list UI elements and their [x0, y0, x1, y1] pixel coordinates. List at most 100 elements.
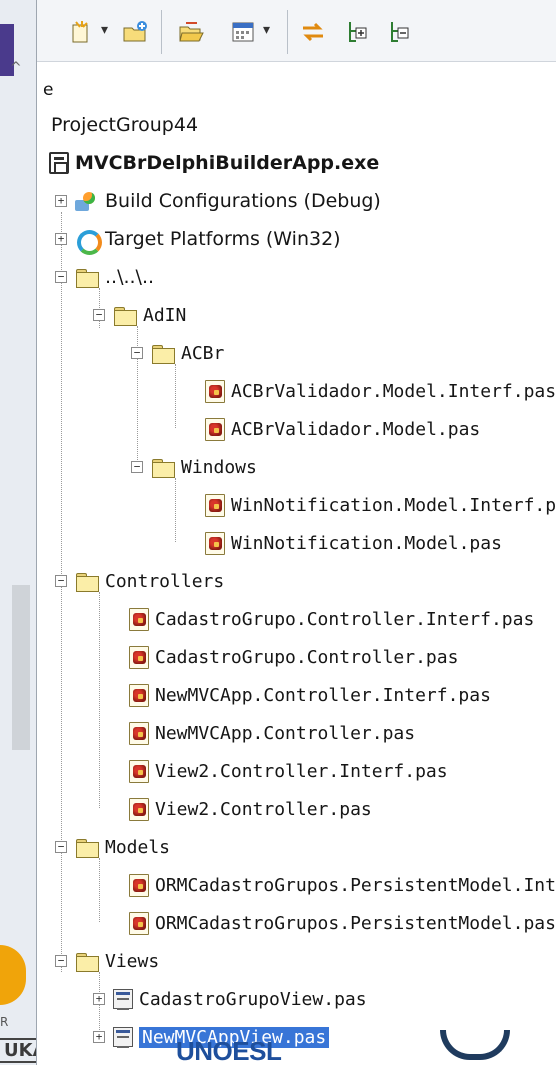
project-manager-panel: ▾ ▾ e ProjectGroup44 MVCBrDelphiBuilderA…: [36, 0, 556, 1065]
form-unit-icon: [113, 1027, 133, 1048]
pascal-unit-icon: [129, 759, 149, 783]
tree-line: [175, 478, 176, 542]
tree-line: [99, 592, 100, 808]
file-label: CadastroGrupo.Controller.Interf.pas: [155, 608, 535, 630]
project-label: MVCBrDelphiBuilderApp.exe: [75, 152, 380, 174]
project-tree: e ProjectGroup44 MVCBrDelphiBuilderApp.e…: [37, 62, 556, 1065]
tree-item-file[interactable]: NewMVCApp.Controller.pas: [129, 716, 415, 750]
tree-item-controllers-folder[interactable]: − Controllers: [55, 564, 224, 598]
pascal-unit-icon: [205, 531, 225, 555]
collapse-icon[interactable]: −: [55, 955, 67, 967]
pascal-unit-icon: [205, 379, 225, 403]
pascal-unit-icon: [129, 797, 149, 821]
file-label: View2.Controller.Interf.pas: [155, 760, 448, 782]
background-caret: ^: [10, 60, 22, 76]
tree-item-file[interactable]: WinNotification.Model.Interf.pas: [205, 488, 556, 522]
background-scrollbar: [12, 585, 30, 750]
file-label: ORMCadastroGrupos.PersistentModel.pas: [155, 912, 556, 934]
windows-folder-label: Windows: [181, 456, 257, 478]
collapse-icon[interactable]: −: [55, 575, 67, 587]
tree-item-windows-folder[interactable]: − Windows: [131, 450, 257, 484]
tree-item-file[interactable]: WinNotification.Model.pas: [205, 526, 502, 560]
unoesl-watermark: UNOESL: [176, 1036, 282, 1065]
form-unit-icon: [113, 989, 133, 1010]
file-label: WinNotification.Model.pas: [231, 532, 502, 554]
tree-item-project-group[interactable]: ProjectGroup44: [51, 108, 198, 142]
folder-icon: [151, 342, 175, 364]
collapse-icon[interactable]: −: [55, 841, 67, 853]
pascal-unit-icon: [129, 873, 149, 897]
folder-icon: [75, 836, 99, 858]
tree-item-project[interactable]: MVCBrDelphiBuilderApp.exe: [49, 146, 379, 180]
build-configurations-icon: [75, 190, 99, 212]
calendar-view-icon[interactable]: [229, 18, 257, 46]
collapse-icon[interactable]: −: [55, 271, 67, 283]
background-label-r: R: [0, 1015, 9, 1029]
tree-item-adin-folder[interactable]: − AdIN: [93, 298, 186, 332]
file-label: View2.Controller.pas: [155, 798, 372, 820]
pascal-unit-icon: [129, 911, 149, 935]
folder-icon: [151, 456, 175, 478]
tree-item-file[interactable]: ACBrValidador.Model.Interf.pas: [205, 374, 556, 408]
expand-tree-icon[interactable]: [343, 18, 371, 46]
folder-icon: [75, 266, 99, 288]
tree-item-target-platforms[interactable]: + Target Platforms (Win32): [55, 222, 341, 256]
views-folder-label: Views: [105, 950, 160, 972]
collapse-tree-icon[interactable]: [385, 18, 413, 46]
build-configurations-label: Build Configurations (Debug): [105, 190, 381, 212]
project-manager-toolbar: ▾ ▾: [37, 0, 556, 62]
toolbar-separator: [161, 10, 162, 54]
file-label: CadastroGrupoView.pas: [139, 988, 367, 1010]
tree-item-file[interactable]: NewMVCApp.Controller.Interf.pas: [129, 678, 491, 712]
controllers-folder-label: Controllers: [105, 570, 225, 592]
models-folder-label: Models: [105, 836, 171, 858]
new-item-icon[interactable]: [67, 18, 95, 46]
collapse-icon[interactable]: −: [131, 347, 143, 359]
add-folder-icon[interactable]: [121, 18, 149, 46]
root-folder-label: ..\..\..: [105, 266, 155, 288]
tree-item-file[interactable]: ACBrValidador.Model.pas: [205, 412, 480, 446]
adin-folder-label: AdIN: [143, 304, 187, 326]
tree-item-file[interactable]: CadastroGrupo.Controller.Interf.pas: [129, 602, 534, 636]
pascal-unit-icon: [129, 721, 149, 745]
pascal-unit-icon: [129, 683, 149, 707]
tree-item-file[interactable]: CadastroGrupo.Controller.pas: [129, 640, 458, 674]
expand-icon[interactable]: +: [55, 195, 67, 207]
view-dropdown-icon[interactable]: ▾: [263, 22, 270, 38]
tree-item-views-folder[interactable]: − Views: [55, 944, 159, 978]
tree-item-models-folder[interactable]: − Models: [55, 830, 170, 864]
tree-line: [99, 858, 100, 922]
expand-icon[interactable]: +: [93, 1031, 105, 1043]
tree-item-form-file[interactable]: + CadastroGrupoView.pas: [93, 982, 367, 1016]
collapse-icon[interactable]: −: [93, 309, 105, 321]
tree-item-file[interactable]: ORMCadastroGrupos.PersistentModel.Interf…: [129, 868, 556, 902]
target-platforms-icon: [75, 228, 102, 255]
tree-item-file[interactable]: ORMCadastroGrupos.PersistentModel.pas: [129, 906, 556, 940]
tree-item-root-folder[interactable]: − ..\..\..: [55, 260, 154, 294]
new-item-dropdown-icon[interactable]: ▾: [101, 22, 108, 38]
project-group-label: ProjectGroup44: [51, 114, 199, 136]
tree-item-file[interactable]: View2.Controller.Interf.pas: [129, 754, 448, 788]
open-folder-icon[interactable]: [177, 18, 205, 46]
background-window-strip: ^ R UKAO: [0, 0, 68, 1065]
tree-line: [175, 364, 176, 428]
tree-item-build-configurations[interactable]: + Build Configurations (Debug): [55, 184, 381, 218]
file-label: ACBrValidador.Model.Interf.pas: [231, 380, 556, 402]
pascal-unit-icon: [205, 417, 225, 441]
file-label: NewMVCApp.Controller.Interf.pas: [155, 684, 491, 706]
collapse-icon[interactable]: −: [131, 461, 143, 473]
pascal-unit-icon: [205, 493, 225, 517]
tree-item-acbr-folder[interactable]: − ACBr: [131, 336, 224, 370]
pascal-unit-icon: [129, 607, 149, 631]
tree-item-file[interactable]: View2.Controller.pas: [129, 792, 372, 826]
executable-project-icon: [49, 152, 69, 174]
expand-icon[interactable]: +: [93, 993, 105, 1005]
sync-arrows-icon[interactable]: [299, 18, 327, 46]
file-label: WinNotification.Model.Interf.pas: [231, 494, 556, 516]
target-platforms-label: Target Platforms (Win32): [105, 228, 341, 250]
expand-icon[interactable]: +: [55, 233, 67, 245]
file-label: ORMCadastroGrupos.PersistentModel.Interf…: [155, 874, 556, 896]
file-label: ACBrValidador.Model.pas: [231, 418, 481, 440]
toolbar-separator: [287, 10, 288, 54]
file-label: CadastroGrupo.Controller.pas: [155, 646, 459, 668]
